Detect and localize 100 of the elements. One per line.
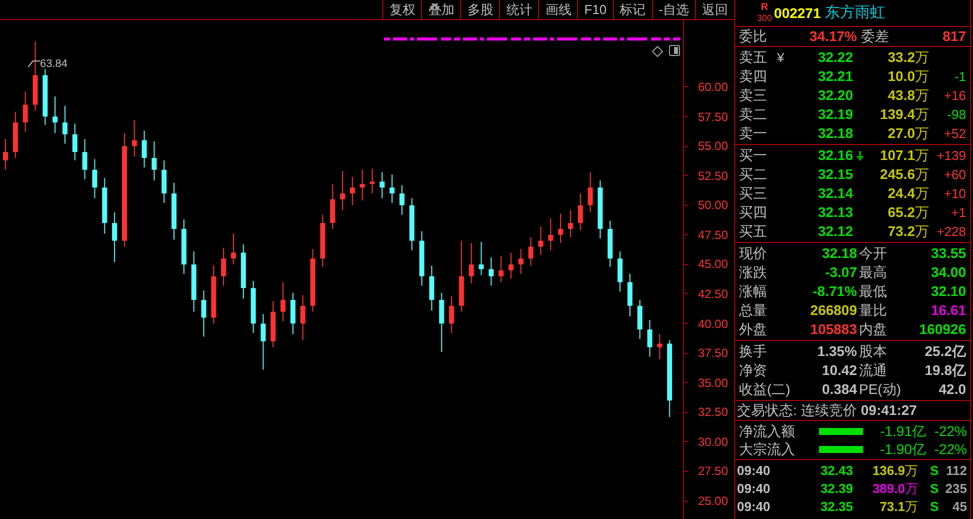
diff-label: 委差 xyxy=(861,27,889,46)
candlestick xyxy=(3,138,8,170)
candlestick xyxy=(112,212,118,263)
flow-bar xyxy=(819,428,863,434)
quote-value: -3.07 xyxy=(824,263,857,282)
candlestick xyxy=(618,250,623,292)
axis-tick xyxy=(683,264,688,265)
candlestick xyxy=(191,250,196,312)
axis-tick xyxy=(683,293,688,294)
toolbar-button[interactable]: 复权 xyxy=(382,0,422,20)
volume-value: 27.0 xyxy=(886,124,915,143)
price-value: 32.18 xyxy=(816,124,853,143)
unit-label: 万 xyxy=(915,222,929,241)
unit-label: 万 xyxy=(905,498,918,516)
candlestick xyxy=(360,169,365,202)
quote-label: 最高 xyxy=(859,263,887,282)
toolbar-button[interactable]: 返回 xyxy=(695,0,734,20)
level-label: 卖四 xyxy=(738,67,768,86)
candlestick xyxy=(12,111,18,158)
volume-value: 10.0 xyxy=(886,67,915,86)
level-label: 卖三 xyxy=(738,86,768,105)
price-value: 32.21 xyxy=(816,67,853,86)
candlestick xyxy=(270,300,276,348)
toolbar-button[interactable]: 画线 xyxy=(538,0,578,20)
peak-price-label: 63.84 xyxy=(40,58,68,70)
toolbar-button[interactable]: 叠加 xyxy=(421,0,460,20)
unit-label: 万 xyxy=(905,480,918,498)
change-value: +1 xyxy=(951,204,966,222)
axis-tick xyxy=(683,352,688,354)
fundamental-label: 流通 xyxy=(859,361,887,380)
candlestick xyxy=(518,248,524,274)
quote-label: 外盘 xyxy=(738,320,768,339)
candlestick xyxy=(350,176,355,206)
price-value: 32.20 xyxy=(816,86,853,105)
level-label: 买二 xyxy=(738,165,768,184)
trade-count: 112 xyxy=(945,462,968,480)
trade-time: 09:40 xyxy=(736,480,772,498)
candlestick xyxy=(468,242,474,284)
candlestick xyxy=(588,172,593,213)
axis-price-label: 55.00 xyxy=(698,139,728,154)
axis-tick xyxy=(683,470,688,472)
unit-label: 万 xyxy=(905,462,918,480)
candlestick xyxy=(132,120,137,158)
quote-label: 今开 xyxy=(859,244,887,263)
candlestick xyxy=(409,198,414,251)
volume-value: 33.2 xyxy=(886,48,915,67)
candlestick xyxy=(250,280,256,334)
toolbar-button[interactable]: 标记 xyxy=(612,0,652,20)
axis-tick xyxy=(683,204,688,206)
candlestick xyxy=(598,180,603,239)
fundamental-label: 收益(二) xyxy=(738,380,792,399)
trade-volume: 389.0 xyxy=(871,480,905,498)
candlestick xyxy=(578,192,583,231)
axis-price-label: 47.50 xyxy=(698,228,728,242)
badge-letter: R xyxy=(760,3,768,13)
toolbar-button[interactable]: -自选 xyxy=(652,0,695,20)
candlestick xyxy=(300,294,306,341)
level-label: 买五 xyxy=(738,222,768,241)
candlestick xyxy=(82,138,88,180)
candlestick xyxy=(162,160,167,204)
volume-value: 24.4 xyxy=(886,184,915,203)
candlestick xyxy=(102,178,108,234)
trade-price: 32.43 xyxy=(819,462,853,480)
candlestick xyxy=(508,252,514,280)
candlestick xyxy=(172,182,176,240)
candlestick xyxy=(647,320,652,358)
trade-time: 09:40 xyxy=(736,462,772,480)
candlestick xyxy=(498,256,504,283)
candlestick xyxy=(92,158,98,199)
stock-name: 东方雨虹 xyxy=(824,2,885,23)
candlestick xyxy=(62,105,68,144)
axis-price-label: 52.50 xyxy=(698,168,728,183)
candlestick xyxy=(320,214,326,268)
level-label: 卖二 xyxy=(738,105,768,124)
trade-price: 32.39 xyxy=(819,480,853,498)
panel-toggle-icon[interactable] xyxy=(669,45,680,56)
toolbar-button[interactable]: 多股 xyxy=(460,0,500,20)
trade-side: S xyxy=(930,462,939,480)
axis-tick xyxy=(683,175,688,176)
unit-label: 万 xyxy=(915,86,929,105)
fundamental-value: 10.42 xyxy=(820,361,857,380)
candlestick xyxy=(488,256,494,286)
candlestick xyxy=(439,292,444,352)
axis-price-label: 42.50 xyxy=(698,286,728,301)
flow-label: 大宗流入 xyxy=(738,440,796,458)
diamond-icon[interactable] xyxy=(652,46,663,57)
toolbar-button[interactable]: 统计 xyxy=(499,0,538,20)
candlestick xyxy=(52,96,58,134)
leader-line xyxy=(28,60,40,68)
toolbar-button[interactable]: F10 xyxy=(577,0,613,20)
fundamental-label: 净资 xyxy=(738,361,768,380)
volume-value: 139.4 xyxy=(878,105,915,124)
candlestick xyxy=(419,230,424,286)
status-value: 连续竞价 xyxy=(800,401,857,420)
axis-tick xyxy=(683,86,688,88)
candlestick xyxy=(181,218,186,274)
change-value: +60 xyxy=(944,166,966,184)
candlestick xyxy=(568,210,573,238)
axis-price-label: 32.50 xyxy=(698,405,728,420)
candlestick xyxy=(310,248,316,312)
